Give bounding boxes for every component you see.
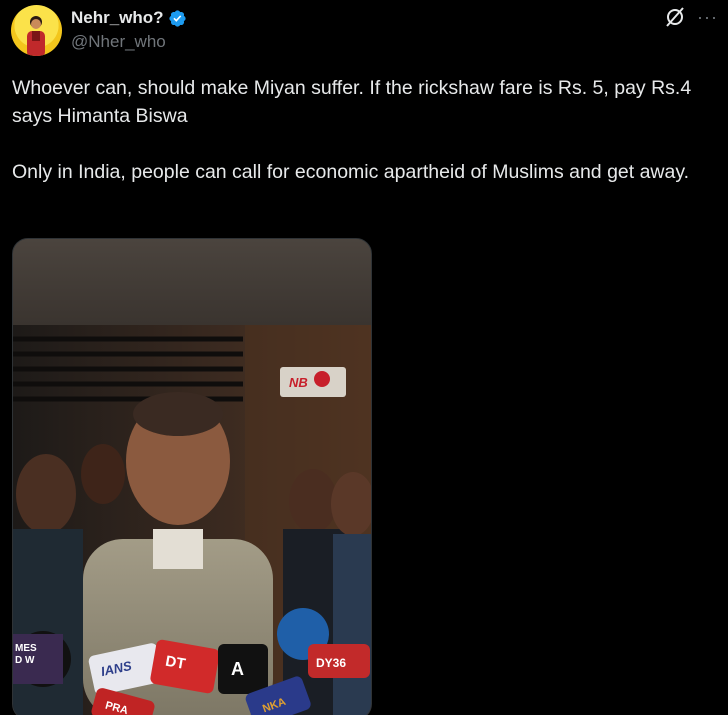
author-display-name[interactable]: Nehr_who? [71,8,164,28]
mic-label-dy36: DY36 [316,656,346,670]
channel-logo-text: NB [289,375,308,390]
mic-label-dt: DT [164,653,187,673]
tweet-text: Whoever can, should make Miyan suffer. I… [12,77,692,183]
tweet-header: Nehr_who? @Nher_who [11,4,187,56]
author-handle[interactable]: @Nher_who [71,32,187,52]
more-options-icon[interactable]: ··· [697,5,718,29]
grok-icon[interactable] [663,5,687,29]
video-thumbnail-image: NB MES D W IANS DT A DY36 NKA PRA [13,239,371,715]
tweet-top-actions: ··· [663,5,718,29]
avatar[interactable] [11,4,62,56]
avatar-figure-icon [27,15,45,56]
verified-badge-icon [168,9,186,27]
mic-label-dw: D W [15,655,35,666]
mic-label-mes: MES [15,643,37,654]
author-names: Nehr_who? @Nher_who [71,5,187,55]
tweet: Nehr_who? @Nher_who ··· Whoever can, sho… [0,0,728,715]
tweet-video[interactable]: NB MES D W IANS DT A DY36 NKA PRA [12,238,372,715]
mic-label-a: A [231,659,244,679]
